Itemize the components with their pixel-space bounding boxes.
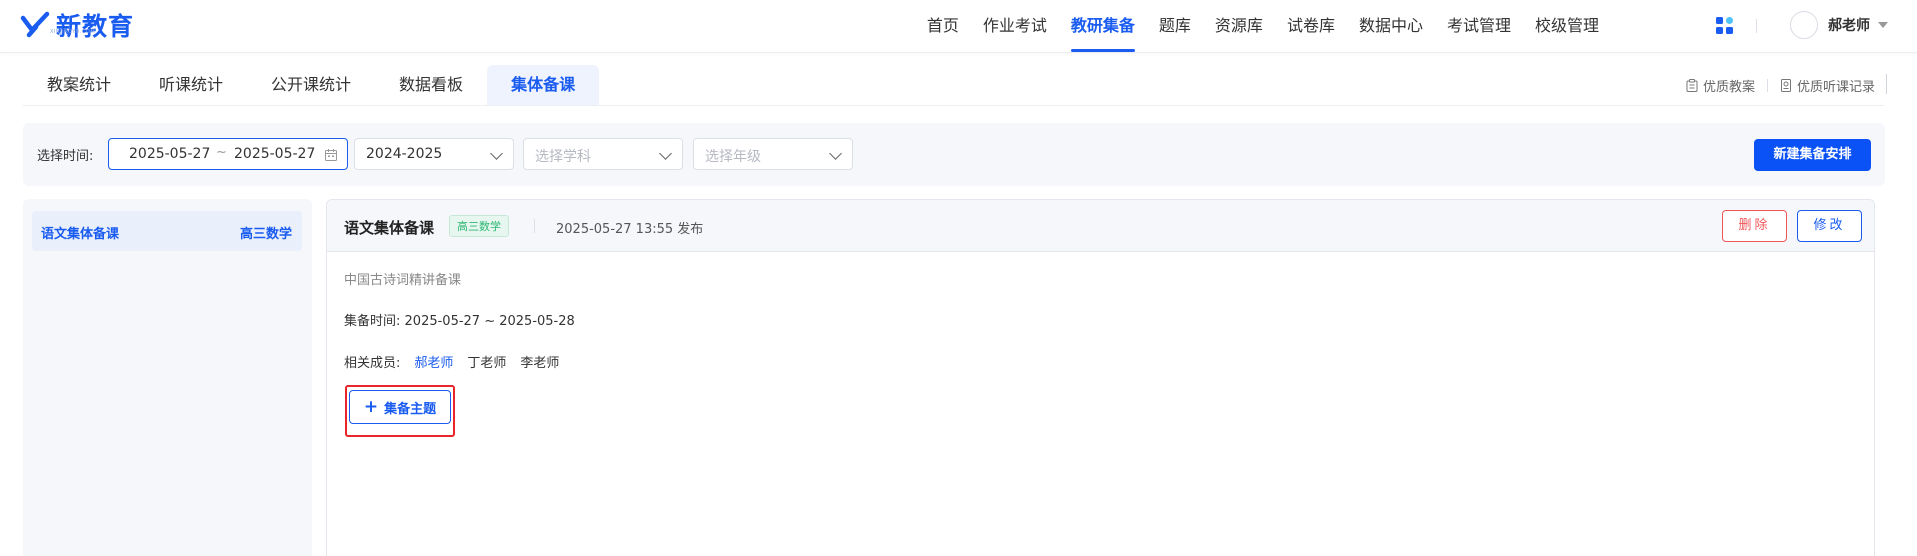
nav-item-question-bank[interactable]: 题库 [1147,0,1203,52]
prep-time-value: 2025-05-27 ~ 2025-05-28 [404,314,575,329]
grid-apps-icon[interactable] [1716,17,1733,34]
edit-button[interactable]: 修改 [1797,210,1862,242]
quick-links: 优质教案 优质听课记录 [1686,76,1875,95]
clipboard-icon [1686,79,1698,92]
detail-header: 语文集体备课 高三数学 2025-05-27 13:55 发布 删除 修改 [327,200,1874,252]
member-name[interactable]: 郝老师 [414,352,453,371]
nav-item-data-center[interactable]: 数据中心 [1347,0,1435,52]
quality-lesson-plan-link[interactable]: 优质教案 [1686,76,1755,95]
add-prep-topic-button[interactable]: + 集备主题 [349,390,451,424]
tab-listening-stats[interactable]: 听课统计 [135,65,247,105]
main-nav: 首页 作业考试 教研集备 题库 资源库 试卷库 数据中心 考试管理 校级管理 [915,0,1611,52]
record-book-icon [1780,79,1791,92]
filter-bar: 选择时间: 2025-05-27 ~ 2025-05-27 2024-2025 … [23,123,1885,186]
chevron-down-icon [829,147,842,160]
header-divider [534,219,535,233]
list-item-title: 语文集体备课 [41,227,120,242]
date-start-value: 2025-05-27 [129,146,211,162]
scrollbar-handle[interactable] [1886,74,1887,94]
quick-link-divider [1766,79,1768,92]
school-year-select[interactable]: 2024-2025 [354,138,514,170]
nav-item-home[interactable]: 首页 [915,0,971,52]
date-range-separator: ~ [216,145,227,160]
delete-button[interactable]: 删除 [1722,210,1787,242]
time-filter-label: 选择时间: [37,149,94,164]
members-row: 相关成员: 郝老师 丁老师 李老师 [344,352,559,371]
members-label: 相关成员: [344,356,401,371]
caret-down-icon[interactable] [1878,22,1888,28]
detail-description: 中国古诗词精讲备课 [344,273,462,288]
detail-title: 语文集体备课 [344,219,435,237]
subject-placeholder: 选择学科 [535,149,591,165]
prep-time-label: 集备时间: [344,314,401,329]
quality-listening-record-link[interactable]: 优质听课记录 [1780,76,1875,95]
subject-grade-badge: 高三数学 [449,215,509,237]
grade-select[interactable]: 选择年级 [693,138,853,170]
logo-text: 新教育 [56,12,135,41]
sub-tabs: 教案统计 听课统计 公开课统计 数据看板 集体备课 [23,65,600,105]
list-item[interactable]: 语文集体备课 高三数学 [32,211,302,251]
prep-time-row: 集备时间: 2025-05-27 ~ 2025-05-28 [344,310,575,329]
tab-data-dashboard[interactable]: 数据看板 [375,65,487,105]
member-name[interactable]: 李老师 [520,352,559,371]
logo-icon [20,11,50,38]
chevron-down-icon [659,147,672,160]
nav-divider [1756,19,1757,33]
prep-list-panel: 语文集体备课 高三数学 [23,199,312,556]
calendar-icon [325,149,337,161]
date-end-value: 2025-05-27 [234,146,316,162]
nav-item-school-management[interactable]: 校级管理 [1523,0,1611,52]
published-time: 2025-05-27 13:55 发布 [556,222,704,237]
date-range-picker[interactable]: 2025-05-27 ~ 2025-05-27 [108,138,348,170]
member-name[interactable]: 丁老师 [467,352,506,371]
tab-collective-lesson-prep[interactable]: 集体备课 [487,65,600,105]
subject-select[interactable]: 选择学科 [523,138,683,170]
plus-icon: + [363,396,379,417]
nav-item-homework-exam[interactable]: 作业考试 [971,0,1059,52]
logo-subtext: XINJIAOYU.COM [50,29,96,35]
new-collective-prep-button[interactable]: 新建集备安排 [1754,139,1871,171]
quality-lesson-plan-label: 优质教案 [1702,80,1755,95]
tabs-divider [23,105,1884,106]
tab-lesson-plan-stats[interactable]: 教案统计 [23,65,135,105]
nav-item-resource-library[interactable]: 资源库 [1203,0,1275,52]
prep-detail-card: 语文集体备课 高三数学 2025-05-27 13:55 发布 删除 修改 中国… [326,199,1875,556]
chevron-down-icon [490,147,503,160]
user-avatar[interactable] [1790,11,1818,39]
nav-item-paper-library[interactable]: 试卷库 [1275,0,1347,52]
list-item-tag: 高三数学 [239,227,292,242]
top-navbar: 新教育 XINJIAOYU.COM 首页 作业考试 教研集备 题库 资源库 试卷… [0,0,1917,53]
brand-logo[interactable]: 新教育 [20,9,134,41]
grade-placeholder: 选择年级 [705,149,761,165]
tab-open-class-stats[interactable]: 公开课统计 [247,65,375,105]
nav-item-exam-management[interactable]: 考试管理 [1435,0,1523,52]
user-name[interactable]: 郝老师 [1828,15,1870,35]
quality-listening-record-label: 优质听课记录 [1796,80,1875,95]
school-year-value: 2024-2025 [366,146,443,162]
add-prep-topic-label: 集备主题 [384,401,437,417]
nav-item-teaching-research[interactable]: 教研集备 [1059,0,1147,52]
